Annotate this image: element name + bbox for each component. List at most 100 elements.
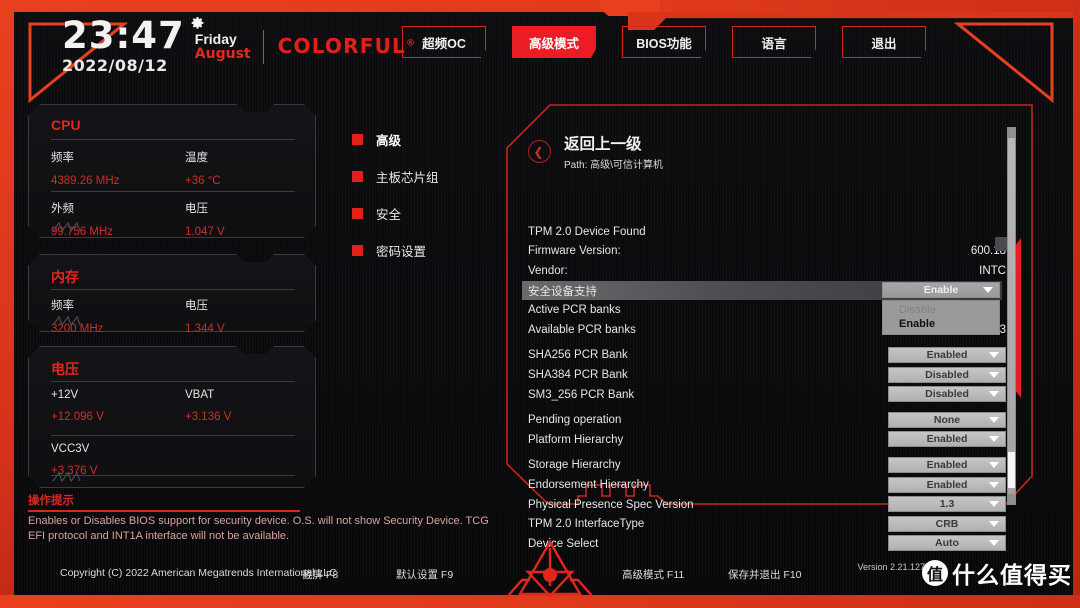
settings-row-label: TPM 2.0 InterfaceType xyxy=(528,518,645,531)
info-card-voltage: 电压 +12V +12.096 V VBAT +3.136 V VCC3V +3… xyxy=(28,346,316,488)
settings-row-label: Physical Presence Spec Version xyxy=(528,498,694,511)
settings-dropdown[interactable]: Enable xyxy=(882,282,1000,299)
metric-label: 外频 xyxy=(51,203,74,215)
section-menu-label: 主板芯片组 xyxy=(376,171,439,185)
info-card-title: 内存 xyxy=(51,269,79,285)
settings-row[interactable]: Device Select Auto xyxy=(528,534,1008,554)
settings-row[interactable]: SHA256 PCR Bank Enabled xyxy=(528,346,1008,366)
back-label: 返回上一级 xyxy=(564,136,642,153)
info-card-memory: 内存 频率 3200 MHz 电压 1.344 V xyxy=(28,254,316,332)
clock-block: 23:47 2022/08/12 Friday August COLORFUL® xyxy=(62,16,416,75)
clock-month: August xyxy=(194,46,251,62)
settings-row-label: Pending operation xyxy=(528,414,622,427)
settings-row-label: Platform Hierarchy xyxy=(528,433,624,446)
clock-weekday-month: Friday August xyxy=(195,32,251,62)
nav-button-2[interactable]: BIOS功能 xyxy=(622,26,706,58)
settings-dropdown[interactable]: None xyxy=(888,411,1006,428)
settings-row[interactable]: TPM 2.0 Device Found xyxy=(528,222,1008,242)
scroll-down-arrow[interactable] xyxy=(1008,494,1015,504)
bios-screen: 23:47 2022/08/12 Friday August COLORFUL®… xyxy=(0,0,1080,608)
settings-scrollbar[interactable] xyxy=(1007,127,1016,505)
watermark-text: 什么值得买 xyxy=(952,562,1072,588)
metric-label: 电压 xyxy=(185,300,208,312)
settings-dropdown[interactable]: Disabled xyxy=(888,386,1006,403)
section-menu: 高级主板芯片组安全密码设置 xyxy=(352,130,439,260)
settings-dropdown-option[interactable]: Disable xyxy=(883,303,999,317)
settings-row-label: 安全设备支持 xyxy=(528,285,597,298)
settings-dropdown[interactable]: Enabled xyxy=(888,431,1006,448)
settings-row-label: SHA256 PCR Bank xyxy=(528,349,628,362)
footer-copyright: Copyright (C) 2022 American Megatrends I… xyxy=(60,567,337,579)
metric-label: 频率 xyxy=(51,152,74,164)
settings-row-label: SM3_256 PCR Bank xyxy=(528,388,635,401)
chevron-left-icon: ❮ xyxy=(528,140,551,163)
footer-key-f9[interactable]: 默认设置 F9 xyxy=(396,567,453,582)
settings-row[interactable]: 安全设备支持 Enable Disable Enable xyxy=(522,280,1002,335)
metric-label: VBAT xyxy=(185,389,215,401)
section-menu-label: 安全 xyxy=(376,208,402,222)
chevron-down-icon xyxy=(989,416,999,423)
footer-key-f10[interactable]: 保存并退出 F10 xyxy=(728,567,802,582)
settings-dropdown[interactable]: Disabled xyxy=(888,366,1006,383)
clock-date: 2022/08/12 xyxy=(62,56,168,75)
chevron-down-icon xyxy=(983,287,993,294)
settings-list: TPM 2.0 Device Found Firmware Version: 600… xyxy=(522,216,1008,554)
chevron-down-icon xyxy=(989,501,999,508)
settings-dropdown[interactable]: Enabled xyxy=(888,476,1006,493)
nav-button-0[interactable]: 超频OC xyxy=(402,26,486,58)
settings-row[interactable]: Endorsement Hierarchy Enabled xyxy=(528,475,1008,495)
nav-button-3[interactable]: 语言 xyxy=(732,26,816,58)
square-bullet-icon xyxy=(352,171,363,182)
nav-button-4[interactable]: 退出 xyxy=(842,26,926,58)
nav-button-label: 超频OC xyxy=(422,36,466,51)
nav-button-1[interactable]: 高级模式 xyxy=(512,26,596,58)
section-menu-label: 高级 xyxy=(376,134,402,148)
settings-row[interactable]: SM3_256 PCR Bank Disabled xyxy=(528,385,1008,405)
metric-value: 1.047 V xyxy=(185,226,225,238)
brand-name: COLORFUL xyxy=(277,34,406,58)
settings-row[interactable]: Platform Hierarchy Enabled xyxy=(528,430,1008,450)
settings-dropdown-value: CRB xyxy=(935,517,959,530)
settings-dropdown-option[interactable]: Enable xyxy=(883,317,999,331)
chevron-down-icon xyxy=(989,540,999,547)
settings-row-label: Storage Hierarchy xyxy=(528,459,621,472)
section-menu-item-1[interactable]: 主板芯片组 xyxy=(352,167,439,186)
nav-button-label: BIOS功能 xyxy=(636,36,692,51)
chevron-down-icon xyxy=(989,352,999,359)
colorful-emblem-icon xyxy=(508,539,592,598)
card-squiggle-decoration xyxy=(51,315,111,327)
settings-row[interactable]: Pending operation None xyxy=(528,410,1008,430)
settings-row[interactable]: SHA384 PCR Bank Disabled xyxy=(528,365,1008,385)
nav-button-label: 退出 xyxy=(871,36,897,51)
settings-dropdown[interactable]: 1.3 xyxy=(888,496,1006,513)
back-button[interactable]: ❮ 返回上一级 Path: 高级\可信计算机 xyxy=(528,136,663,171)
settings-dropdown[interactable]: Auto xyxy=(888,535,1006,552)
settings-row-label: Vendor: xyxy=(528,264,568,277)
settings-dropdown[interactable]: Enabled xyxy=(888,347,1006,364)
chevron-down-icon xyxy=(989,481,999,488)
settings-row[interactable]: Physical Presence Spec Version 1.3 xyxy=(528,495,1008,515)
settings-dropdown-value: Enable xyxy=(923,284,959,297)
metric-cpu-voltage: 电压 1.047 V xyxy=(185,200,225,238)
settings-dropdown[interactable]: Enabled xyxy=(888,457,1006,474)
info-card-cpu: CPU 频率 4389.26 MHz 温度 +36 °C 外频 99.756 M… xyxy=(28,104,316,238)
clock-datetime: 23:47 2022/08/12 xyxy=(62,17,185,75)
footer-key-f11[interactable]: 高级模式 F11 xyxy=(622,567,684,582)
metric-label: 电压 xyxy=(185,203,208,215)
chevron-down-icon xyxy=(989,371,999,378)
scroll-up-arrow[interactable] xyxy=(1008,128,1015,138)
settings-row[interactable]: Storage Hierarchy Enabled xyxy=(528,456,1008,476)
settings-row[interactable]: Vendor: INTC xyxy=(528,261,1008,281)
metric-label: +12V xyxy=(51,389,79,401)
scrollbar-thumb[interactable] xyxy=(1008,452,1015,488)
section-menu-item-0[interactable]: 高级 xyxy=(352,130,439,149)
settings-row[interactable]: TPM 2.0 InterfaceType CRB xyxy=(528,514,1008,534)
hint-title: 操作提示 xyxy=(28,495,74,507)
settings-row[interactable]: Firmware Version: 600.18 xyxy=(528,242,1008,262)
section-menu-item-2[interactable]: 安全 xyxy=(352,204,439,223)
footer-key-f8[interactable]: 截屏 F8 xyxy=(302,567,338,582)
metric-value: 1.344 V xyxy=(185,323,225,335)
main-panel: ❮ 返回上一级 Path: 高级\可信计算机 TPM 2.0 Device Fo… xyxy=(506,104,1033,552)
settings-dropdown[interactable]: CRB xyxy=(888,515,1006,532)
section-menu-item-3[interactable]: 密码设置 xyxy=(352,241,439,260)
